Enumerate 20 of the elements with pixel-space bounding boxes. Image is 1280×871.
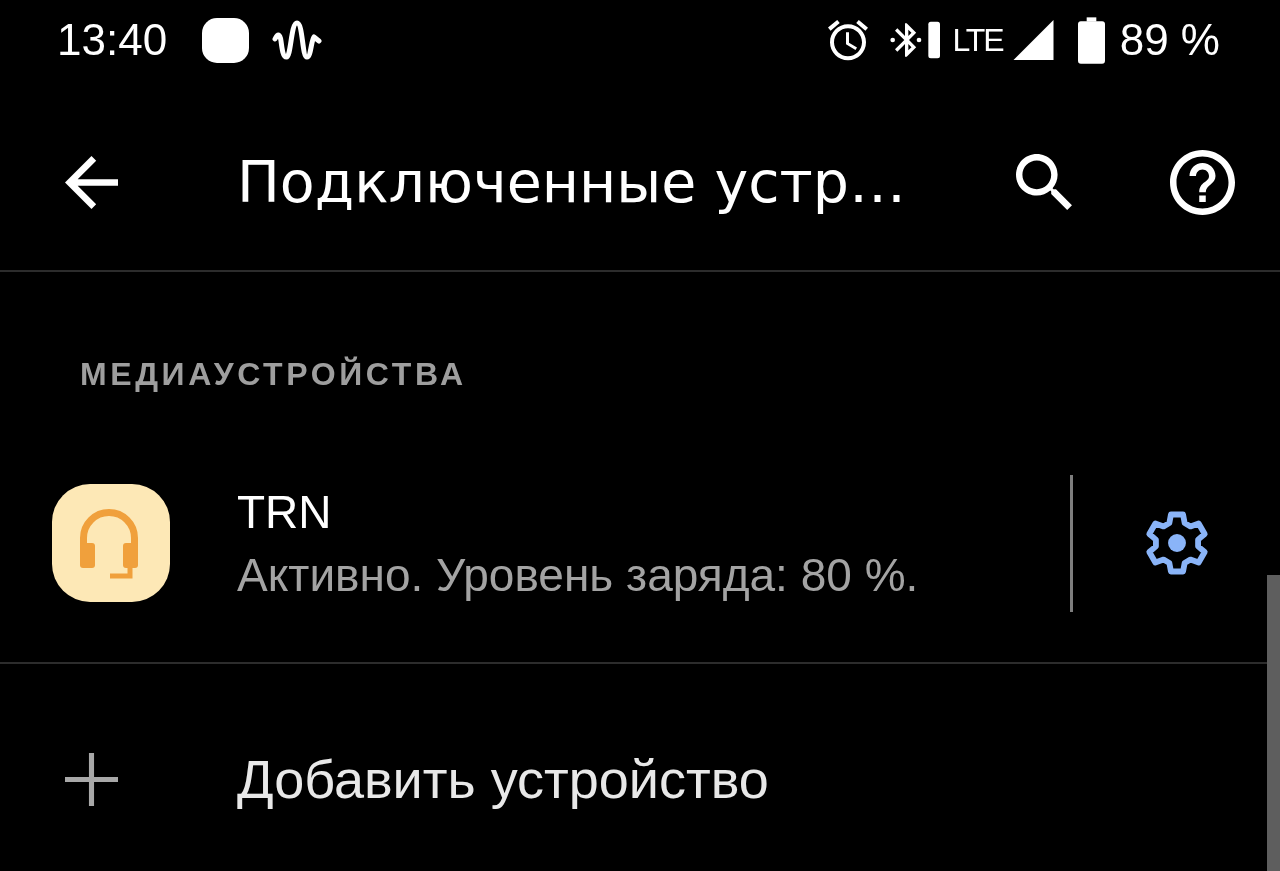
device-status: Активно. Уровень заряда: 80 %. bbox=[237, 549, 919, 601]
device-name: TRN bbox=[237, 485, 332, 539]
bluetooth-battery-icon bbox=[890, 21, 941, 59]
add-device-button[interactable]: Добавить устройство bbox=[65, 748, 769, 810]
rounded-square-icon bbox=[202, 17, 250, 63]
battery-percentage: 89 % bbox=[1119, 16, 1220, 64]
signal-icon bbox=[1011, 20, 1055, 60]
back-icon[interactable] bbox=[65, 155, 118, 209]
wave-icon bbox=[272, 19, 323, 61]
alarm-clock-icon bbox=[828, 19, 869, 61]
help-icon[interactable] bbox=[1170, 149, 1235, 215]
settings-icon[interactable] bbox=[1143, 510, 1210, 576]
section-header: МЕДИАУСТРОЙСТВА bbox=[80, 358, 467, 390]
battery-icon bbox=[1077, 16, 1105, 64]
network-type: LTE bbox=[952, 22, 1003, 58]
search-icon[interactable] bbox=[1016, 154, 1072, 210]
screen-title: Подключенные устр… bbox=[237, 149, 906, 215]
clock-time: 13:40 bbox=[57, 16, 168, 64]
headset-icon bbox=[52, 484, 170, 602]
plus-icon bbox=[65, 752, 118, 806]
